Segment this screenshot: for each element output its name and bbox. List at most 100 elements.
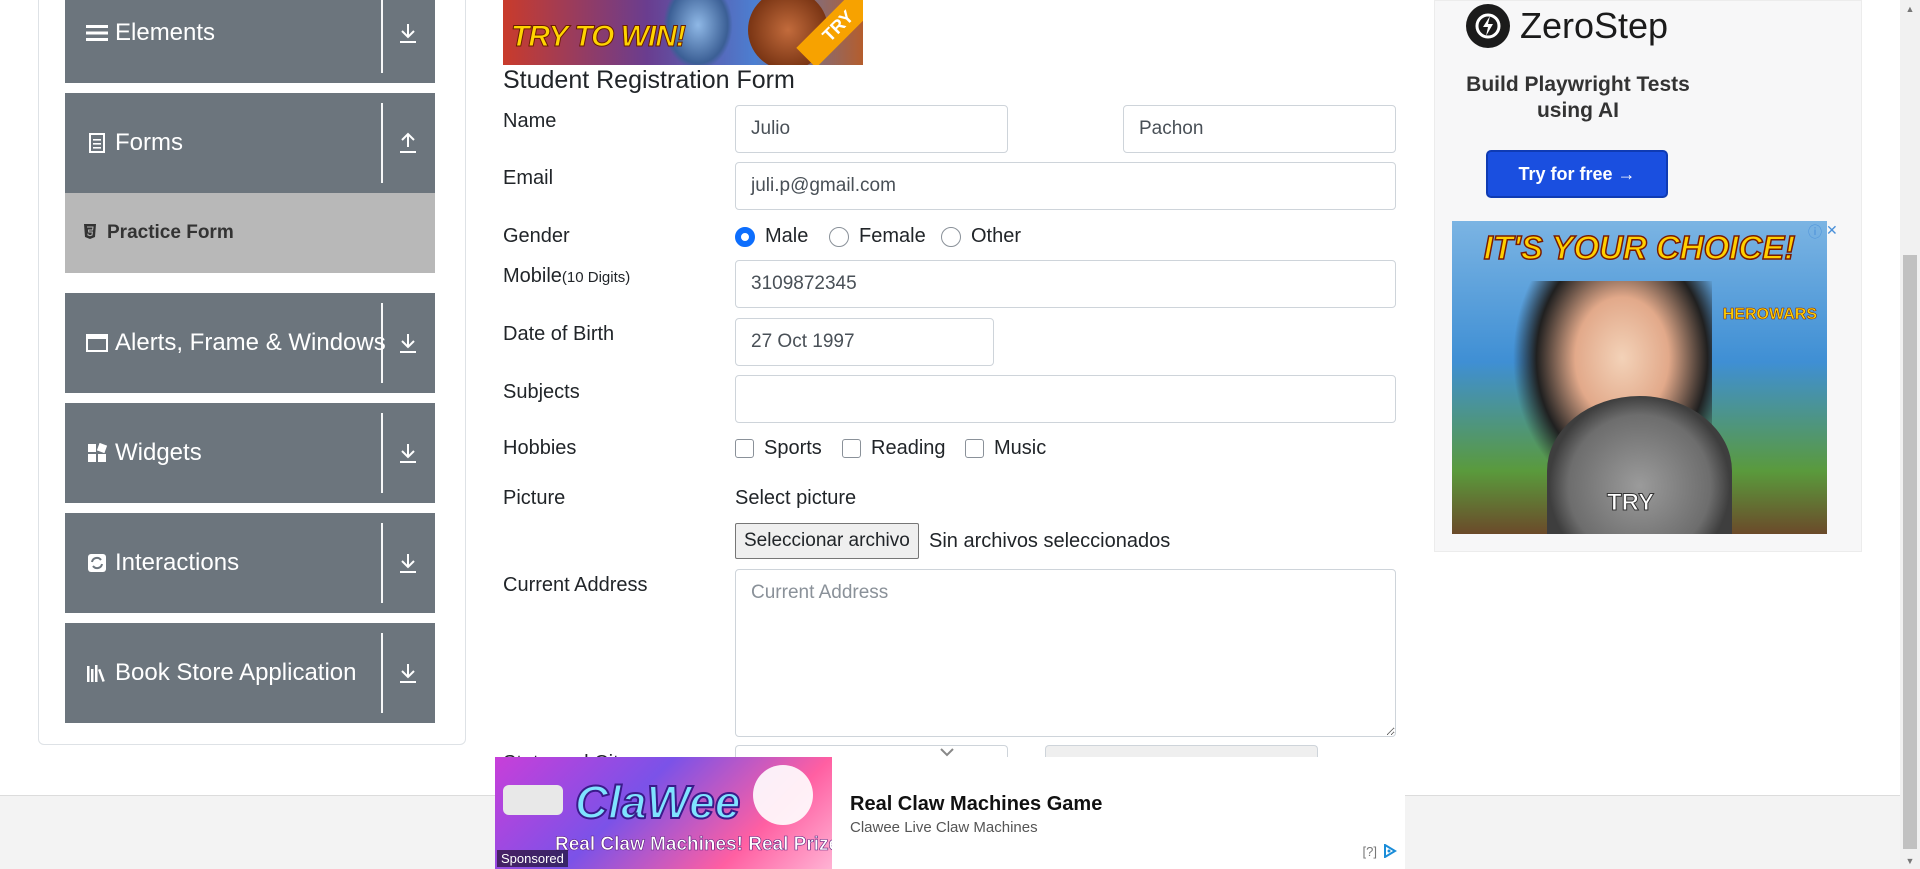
subjects-input[interactable] — [735, 375, 1396, 423]
checkbox-label: Reading — [871, 437, 946, 459]
gender-label: Gender — [503, 225, 570, 247]
gender-radio-male[interactable]: Male — [735, 225, 808, 248]
gender-radio-other[interactable]: Other — [941, 225, 1021, 248]
mobile-label-text: Mobile — [503, 265, 562, 287]
zerostep-tagline: Build Playwright Tests using AI — [1466, 73, 1690, 122]
hobby-checkbox-reading[interactable]: Reading — [842, 437, 946, 460]
unicorn-image — [753, 765, 813, 825]
name-label: Name — [503, 110, 557, 132]
dob-label: Date of Birth — [503, 323, 615, 345]
scroll-down-arrow[interactable]: ▼ — [1900, 852, 1920, 869]
sidebar-group-label: Alerts, Frame & Windows — [115, 329, 386, 356]
divider — [381, 303, 383, 383]
divider — [381, 413, 383, 493]
sidebar-group-label: Elements — [115, 19, 216, 46]
choose-file-button[interactable]: Seleccionar archivo — [735, 523, 919, 559]
picture-hint: Select picture — [735, 487, 857, 509]
ad-banner-text: TRY TO WIN! — [510, 20, 686, 54]
gender-radio-female[interactable]: Female — [829, 225, 926, 248]
ad-title[interactable]: Real Claw Machines Game — [850, 793, 1102, 816]
download-icon[interactable] — [395, 440, 421, 466]
date-of-birth-input[interactable]: 27 Oct 1997 — [735, 318, 994, 366]
sidebar-group-label: Interactions — [115, 549, 240, 576]
divider — [381, 523, 383, 603]
subjects-label: Subjects — [503, 381, 580, 403]
download-icon[interactable] — [395, 330, 421, 356]
download-icon[interactable] — [395, 550, 421, 576]
divider — [381, 103, 383, 183]
close-icon[interactable]: ✕ — [1826, 222, 1838, 242]
mobile-hint: (10 Digits) — [561, 269, 631, 286]
current-address-input[interactable] — [735, 569, 1396, 737]
radio-button[interactable] — [829, 226, 849, 247]
hobby-checkbox-music[interactable]: Music — [965, 437, 1046, 460]
sidebar-group-label: Book Store Application — [115, 659, 357, 686]
sidebar-group-label: Widgets — [115, 439, 202, 466]
scrollbar-thumb[interactable] — [1903, 255, 1917, 849]
top-banner-ad[interactable]: TRY TO WIN! TRY — [503, 0, 863, 65]
drone-image — [503, 785, 563, 815]
zerostep-logo: ZeroStep — [1466, 4, 1668, 48]
ad-try-button[interactable]: TRY — [1606, 489, 1654, 517]
ad-headline: IT'S YOUR CHOICE! — [1483, 228, 1796, 267]
checkbox-label: Music — [994, 437, 1047, 459]
adchoices[interactable]: [?] — [1363, 843, 1399, 861]
herowars-logo: HEROWARS — [1722, 306, 1818, 324]
html5-icon — [83, 223, 99, 243]
file-status: Sin archivos seleccionados — [929, 530, 1171, 552]
picture-label: Picture — [503, 487, 566, 509]
sidebar-item-label: Practice Form — [107, 222, 234, 243]
adchoices-icon[interactable] — [1383, 843, 1399, 861]
sponsored-badge: Sponsored — [497, 850, 568, 867]
divider — [381, 633, 383, 713]
info-icon[interactable]: ⓘ — [1808, 222, 1822, 242]
sidebar-item-practice-form[interactable]: Practice Form — [65, 193, 435, 273]
try-for-free-button[interactable]: Try for free → — [1486, 150, 1668, 198]
sidebar-group-forms[interactable]: Forms — [65, 93, 435, 193]
sidebar-group-interactions[interactable]: Interactions — [65, 513, 435, 613]
bottom-ad[interactable]: ClaWee Real Claw Machines! Real Prizes! … — [495, 757, 1405, 869]
sidebar-group-bookstore[interactable]: Book Store Application — [65, 623, 435, 723]
email-input[interactable]: juli.p@gmail.com — [735, 162, 1396, 210]
zerostep-brand: ZeroStep — [1520, 5, 1669, 46]
clawee-ad-image: ClaWee Real Claw Machines! Real Prizes! … — [495, 757, 832, 869]
clawee-image-text: Real Claw Machines! Real Prizes! — [555, 834, 832, 855]
books-icon — [85, 663, 109, 683]
grid-icon — [85, 443, 109, 463]
last-name-input[interactable]: Pachon — [1123, 105, 1396, 153]
scroll-up-arrow[interactable]: ▲ — [1900, 0, 1920, 17]
hobby-checkbox-sports[interactable]: Sports — [735, 437, 822, 460]
window-icon — [85, 334, 109, 352]
sidebar-group-widgets[interactable]: Widgets — [65, 403, 435, 503]
adchoices-help[interactable]: [?] — [1363, 844, 1377, 861]
hobbies-label: Hobbies — [503, 437, 577, 459]
divider — [381, 0, 383, 73]
upload-icon[interactable] — [395, 130, 421, 156]
download-icon[interactable] — [395, 660, 421, 686]
sidebar-group-elements[interactable]: Elements — [65, 0, 435, 83]
herowars-ad[interactable]: IT'S YOUR CHOICE! HEROWARS TRY — [1452, 221, 1827, 534]
document-icon — [85, 133, 109, 153]
zerostep-logo-icon — [1466, 4, 1510, 48]
ad-subtitle: Clawee Live Claw Machines — [850, 819, 1038, 836]
refresh-icon — [85, 553, 109, 573]
download-icon[interactable] — [395, 20, 421, 46]
checkbox[interactable] — [965, 439, 984, 458]
checkbox[interactable] — [735, 439, 754, 458]
first-name-input[interactable]: Julio — [735, 105, 1008, 153]
clawee-logo: ClaWee — [574, 775, 741, 829]
ad-controls: ⓘ ✕ — [1808, 222, 1838, 242]
form-title: Student Registration Form — [503, 66, 795, 94]
menu-icon — [85, 23, 109, 43]
checkbox-label: Sports — [764, 437, 822, 459]
radio-label: Other — [971, 225, 1022, 247]
radio-label: Male — [765, 225, 809, 247]
mobile-label: Mobile(10 Digits) — [503, 265, 630, 288]
radio-label: Female — [859, 225, 926, 247]
sidebar-group-alerts[interactable]: Alerts, Frame & Windows — [65, 293, 435, 393]
radio-button[interactable] — [735, 226, 755, 247]
mobile-input[interactable]: 3109872345 — [735, 260, 1396, 308]
email-label: Email — [503, 167, 554, 189]
radio-button[interactable] — [941, 226, 961, 247]
checkbox[interactable] — [842, 439, 861, 458]
